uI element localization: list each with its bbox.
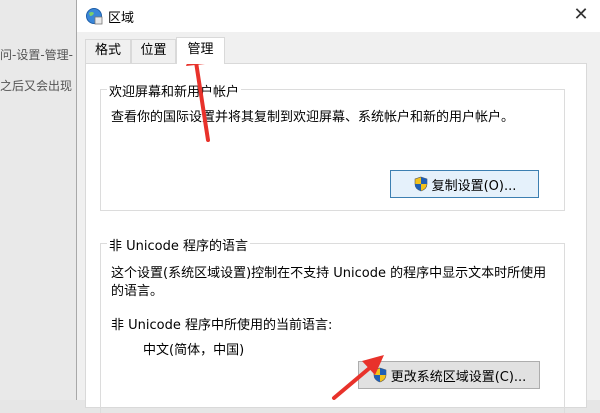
arrow-to-change-locale	[332, 355, 384, 400]
tab-administrative[interactable]: 管理	[176, 37, 225, 64]
annotation-arrows	[186, 44, 384, 400]
